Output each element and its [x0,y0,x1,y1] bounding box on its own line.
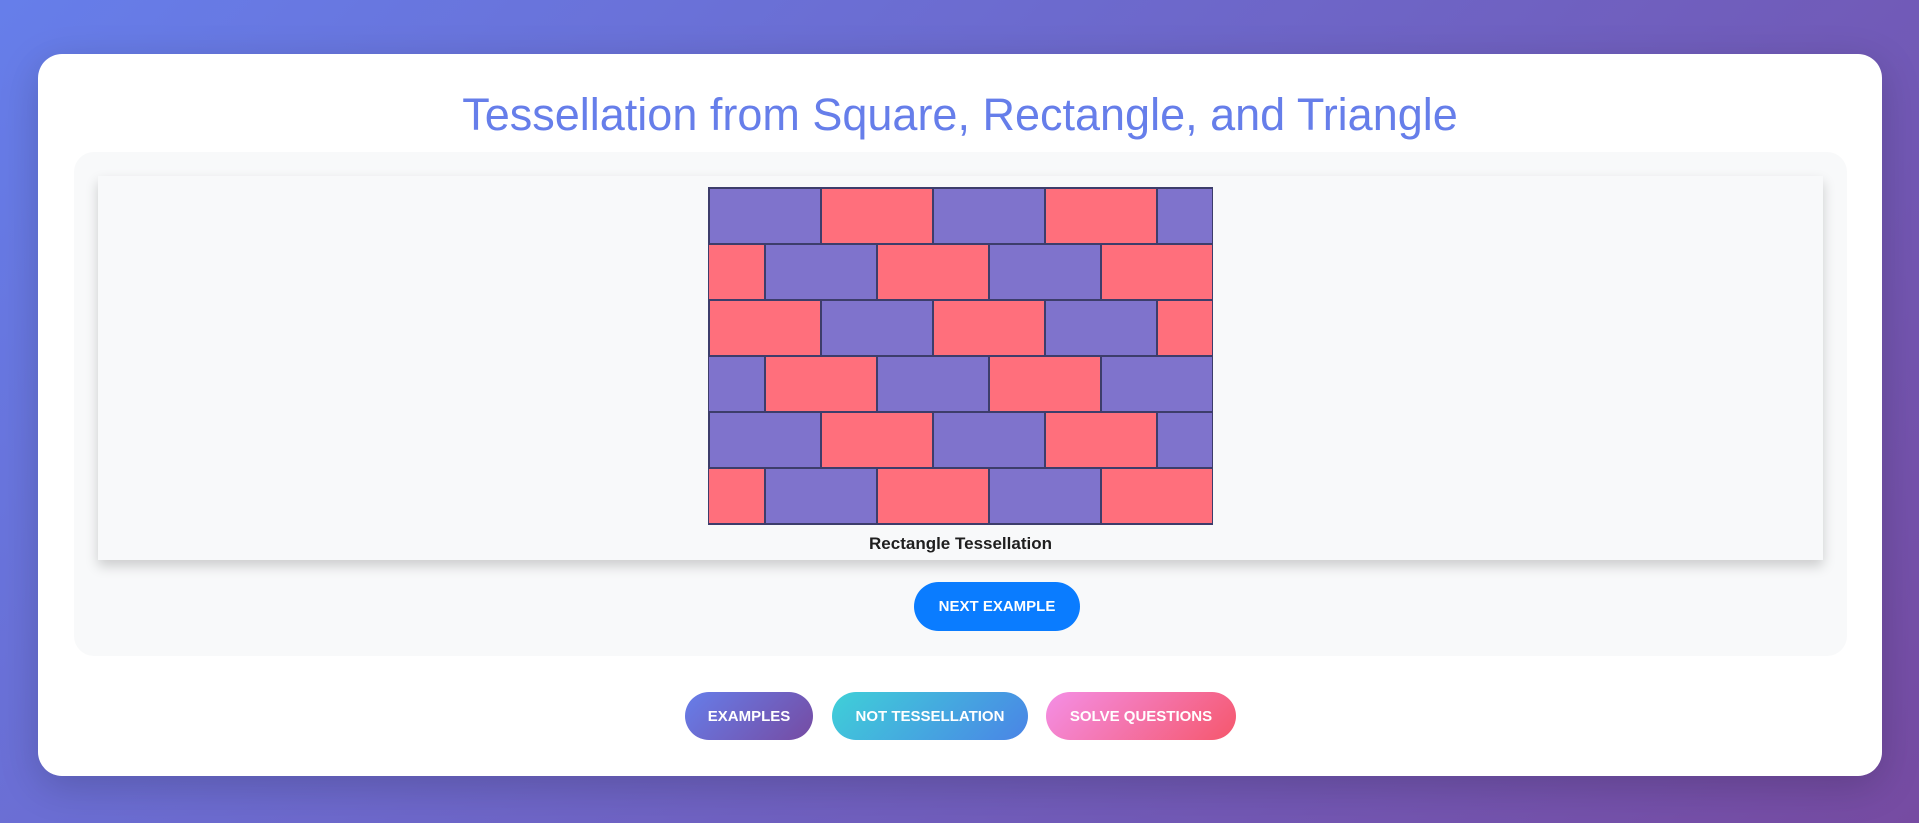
main-card: Tessellation from Square, Rectangle, and… [38,54,1882,776]
tessellation-tile [821,412,933,468]
tessellation-display: Rectangle Tessellation [98,176,1823,560]
tessellation-caption: Rectangle Tessellation [869,534,1052,553]
tessellation-tile [765,244,877,300]
tessellation-tile [1101,244,1212,300]
tessellation-tile [709,412,821,468]
tessellation-tile [821,300,933,356]
tessellation-tile [933,300,1045,356]
tessellation-tile [765,468,877,524]
not-tessellation-button[interactable]: NOT TESSELLATION [832,692,1028,740]
tessellation-tile [1045,412,1157,468]
tessellation-tile [709,244,765,300]
tessellation-tile [821,188,933,244]
page-title: Tessellation from Square, Rectangle, and… [462,89,1458,140]
tessellation-tile [877,356,989,412]
tessellation-tile [989,468,1101,524]
rectangle-tessellation-figure [708,187,1213,525]
tessellation-tile [765,356,877,412]
tessellation-tile [709,356,765,412]
example-panel: Rectangle Tessellation NEXT EXAMPLE [74,152,1847,656]
tessellation-tile [933,412,1045,468]
tessellation-tile [1157,188,1212,244]
tessellation-tile [1157,300,1212,356]
tessellation-tile [709,468,765,524]
tessellation-tile [1157,412,1212,468]
tessellation-tile [933,188,1045,244]
tessellation-tile [709,300,821,356]
tessellation-tile [1045,188,1157,244]
tessellation-tile [989,244,1101,300]
next-example-button[interactable]: NEXT EXAMPLE [914,582,1080,631]
tessellation-tile [1101,356,1212,412]
tessellation-tile [1101,468,1212,524]
tessellation-tile [1045,300,1157,356]
tessellation-tile [709,188,821,244]
examples-button[interactable]: EXAMPLES [685,692,813,740]
tessellation-tile [877,468,989,524]
tessellation-tile [877,244,989,300]
solve-questions-button[interactable]: SOLVE QUESTIONS [1046,692,1236,740]
tessellation-tile [989,356,1101,412]
